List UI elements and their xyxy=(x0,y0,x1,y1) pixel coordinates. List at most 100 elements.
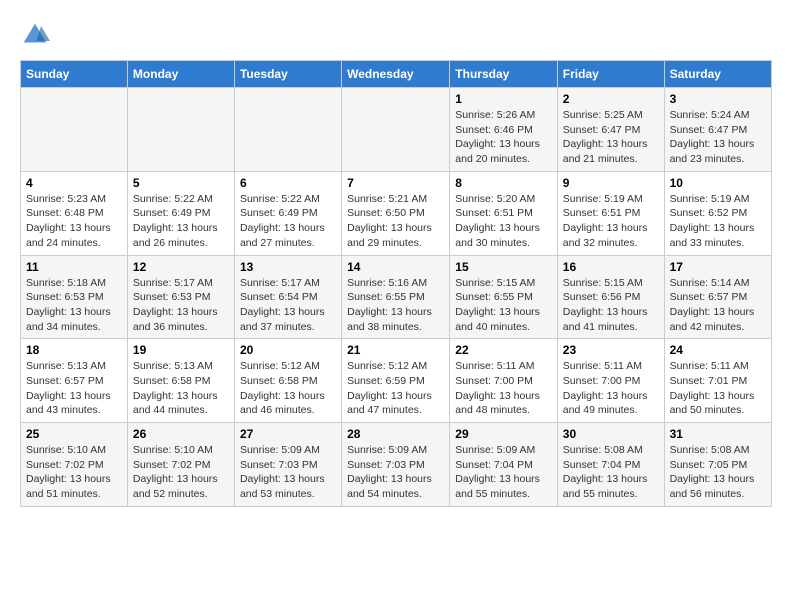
day-number: 24 xyxy=(670,343,766,357)
calendar-cell xyxy=(234,88,341,172)
calendar-cell: 11Sunrise: 5:18 AM Sunset: 6:53 PM Dayli… xyxy=(21,255,128,339)
day-header-wednesday: Wednesday xyxy=(342,61,450,88)
day-number: 15 xyxy=(455,260,552,274)
week-row-1: 1 Sunrise: 5:26 AM Sunset: 6:46 PM Daylig… xyxy=(21,88,772,172)
calendar-cell: 1 Sunrise: 5:26 AM Sunset: 6:46 PM Daylig… xyxy=(450,88,558,172)
calendar-cell: 23 Sunrise: 5:11 AM Sunset: 7:00 PM Dayli… xyxy=(557,339,664,423)
logo-icon xyxy=(20,20,50,50)
calendar-cell: 20 Sunrise: 5:12 AM Sunset: 6:58 PM Dayli… xyxy=(234,339,341,423)
calendar-cell: 5 Sunrise: 5:22 AM Sunset: 6:49 PM Daylig… xyxy=(127,171,234,255)
day-info: Sunrise: 5:10 AM Sunset: 7:02 PM Dayligh… xyxy=(133,444,218,500)
calendar-cell: 27 Sunrise: 5:09 AM Sunset: 7:03 PM Dayli… xyxy=(234,423,341,507)
day-number: 9 xyxy=(563,176,659,190)
day-number: 4 xyxy=(26,176,122,190)
day-header-saturday: Saturday xyxy=(664,61,771,88)
day-info: Sunrise: 5:13 AM Sunset: 6:57 PM Dayligh… xyxy=(26,360,111,416)
day-number: 5 xyxy=(133,176,229,190)
day-info: Sunrise: 5:12 AM Sunset: 6:58 PM Dayligh… xyxy=(240,360,325,416)
calendar-cell: 24 Sunrise: 5:11 AM Sunset: 7:01 PM Dayli… xyxy=(664,339,771,423)
day-info: Sunrise: 5:11 AM Sunset: 7:00 PM Dayligh… xyxy=(563,360,648,416)
day-info: Sunrise: 5:23 AM Sunset: 6:48 PM Dayligh… xyxy=(26,193,111,249)
day-info: Sunrise: 5:15 AM Sunset: 6:56 PM Dayligh… xyxy=(563,277,648,333)
day-number: 20 xyxy=(240,343,336,357)
day-info: Sunrise: 5:09 AM Sunset: 7:03 PM Dayligh… xyxy=(347,444,432,500)
day-info: Sunrise: 5:11 AM Sunset: 7:01 PM Dayligh… xyxy=(670,360,755,416)
day-info: Sunrise: 5:16 AM Sunset: 6:55 PM Dayligh… xyxy=(347,277,432,333)
calendar-cell: 21 Sunrise: 5:12 AM Sunset: 6:59 PM Dayli… xyxy=(342,339,450,423)
day-number: 11 xyxy=(26,260,122,274)
day-header-monday: Monday xyxy=(127,61,234,88)
logo xyxy=(20,20,54,50)
day-info: Sunrise: 5:22 AM Sunset: 6:49 PM Dayligh… xyxy=(133,193,218,249)
page-header xyxy=(20,20,772,50)
calendar-cell: 30 Sunrise: 5:08 AM Sunset: 7:04 PM Dayli… xyxy=(557,423,664,507)
day-number: 6 xyxy=(240,176,336,190)
day-number: 3 xyxy=(670,92,766,106)
calendar-cell: 28 Sunrise: 5:09 AM Sunset: 7:03 PM Dayli… xyxy=(342,423,450,507)
day-info: Sunrise: 5:09 AM Sunset: 7:03 PM Dayligh… xyxy=(240,444,325,500)
day-number: 28 xyxy=(347,427,444,441)
day-info: Sunrise: 5:08 AM Sunset: 7:04 PM Dayligh… xyxy=(563,444,648,500)
calendar-cell: 3 Sunrise: 5:24 AM Sunset: 6:47 PM Daylig… xyxy=(664,88,771,172)
calendar-cell: 16Sunrise: 5:15 AM Sunset: 6:56 PM Dayli… xyxy=(557,255,664,339)
calendar-cell: 10Sunrise: 5:19 AM Sunset: 6:52 PM Dayli… xyxy=(664,171,771,255)
calendar-cell: 4 Sunrise: 5:23 AM Sunset: 6:48 PM Daylig… xyxy=(21,171,128,255)
calendar-cell: 26 Sunrise: 5:10 AM Sunset: 7:02 PM Dayli… xyxy=(127,423,234,507)
day-number: 12 xyxy=(133,260,229,274)
day-number: 1 xyxy=(455,92,552,106)
day-number: 26 xyxy=(133,427,229,441)
day-info: Sunrise: 5:24 AM Sunset: 6:47 PM Dayligh… xyxy=(670,109,755,165)
calendar-cell: 9 Sunrise: 5:19 AM Sunset: 6:51 PM Daylig… xyxy=(557,171,664,255)
day-info: Sunrise: 5:15 AM Sunset: 6:55 PM Dayligh… xyxy=(455,277,540,333)
day-info: Sunrise: 5:14 AM Sunset: 6:57 PM Dayligh… xyxy=(670,277,755,333)
day-number: 22 xyxy=(455,343,552,357)
calendar-cell: 31Sunrise: 5:08 AM Sunset: 7:05 PM Dayli… xyxy=(664,423,771,507)
day-header-thursday: Thursday xyxy=(450,61,558,88)
day-number: 2 xyxy=(563,92,659,106)
day-number: 30 xyxy=(563,427,659,441)
week-row-3: 11Sunrise: 5:18 AM Sunset: 6:53 PM Dayli… xyxy=(21,255,772,339)
header-row: SundayMondayTuesdayWednesdayThursdayFrid… xyxy=(21,61,772,88)
calendar-cell: 22 Sunrise: 5:11 AM Sunset: 7:00 PM Dayli… xyxy=(450,339,558,423)
day-info: Sunrise: 5:25 AM Sunset: 6:47 PM Dayligh… xyxy=(563,109,648,165)
day-info: Sunrise: 5:11 AM Sunset: 7:00 PM Dayligh… xyxy=(455,360,540,416)
day-number: 21 xyxy=(347,343,444,357)
calendar-cell: 12 Sunrise: 5:17 AM Sunset: 6:53 PM Dayli… xyxy=(127,255,234,339)
day-number: 27 xyxy=(240,427,336,441)
day-number: 19 xyxy=(133,343,229,357)
calendar-table: SundayMondayTuesdayWednesdayThursdayFrid… xyxy=(20,60,772,507)
week-row-4: 18Sunrise: 5:13 AM Sunset: 6:57 PM Dayli… xyxy=(21,339,772,423)
day-number: 13 xyxy=(240,260,336,274)
day-number: 25 xyxy=(26,427,122,441)
day-info: Sunrise: 5:21 AM Sunset: 6:50 PM Dayligh… xyxy=(347,193,432,249)
calendar-cell: 17Sunrise: 5:14 AM Sunset: 6:57 PM Dayli… xyxy=(664,255,771,339)
day-number: 29 xyxy=(455,427,552,441)
calendar-cell xyxy=(342,88,450,172)
day-number: 23 xyxy=(563,343,659,357)
day-header-friday: Friday xyxy=(557,61,664,88)
calendar-cell: 7 Sunrise: 5:21 AM Sunset: 6:50 PM Daylig… xyxy=(342,171,450,255)
day-info: Sunrise: 5:17 AM Sunset: 6:54 PM Dayligh… xyxy=(240,277,325,333)
calendar-cell xyxy=(127,88,234,172)
calendar-cell: 25 Sunrise: 5:10 AM Sunset: 7:02 PM Dayli… xyxy=(21,423,128,507)
calendar-cell: 15 Sunrise: 5:15 AM Sunset: 6:55 PM Dayli… xyxy=(450,255,558,339)
day-info: Sunrise: 5:12 AM Sunset: 6:59 PM Dayligh… xyxy=(347,360,432,416)
day-number: 31 xyxy=(670,427,766,441)
day-info: Sunrise: 5:17 AM Sunset: 6:53 PM Dayligh… xyxy=(133,277,218,333)
day-info: Sunrise: 5:20 AM Sunset: 6:51 PM Dayligh… xyxy=(455,193,540,249)
calendar-cell: 8 Sunrise: 5:20 AM Sunset: 6:51 PM Daylig… xyxy=(450,171,558,255)
day-info: Sunrise: 5:10 AM Sunset: 7:02 PM Dayligh… xyxy=(26,444,111,500)
day-info: Sunrise: 5:13 AM Sunset: 6:58 PM Dayligh… xyxy=(133,360,218,416)
day-header-sunday: Sunday xyxy=(21,61,128,88)
day-number: 14 xyxy=(347,260,444,274)
calendar-cell: 2 Sunrise: 5:25 AM Sunset: 6:47 PM Daylig… xyxy=(557,88,664,172)
calendar-cell: 13 Sunrise: 5:17 AM Sunset: 6:54 PM Dayli… xyxy=(234,255,341,339)
day-info: Sunrise: 5:19 AM Sunset: 6:51 PM Dayligh… xyxy=(563,193,648,249)
day-number: 8 xyxy=(455,176,552,190)
day-number: 7 xyxy=(347,176,444,190)
day-info: Sunrise: 5:26 AM Sunset: 6:46 PM Dayligh… xyxy=(455,109,540,165)
calendar-cell: 6Sunrise: 5:22 AM Sunset: 6:49 PM Daylig… xyxy=(234,171,341,255)
calendar-cell: 14 Sunrise: 5:16 AM Sunset: 6:55 PM Dayli… xyxy=(342,255,450,339)
calendar-cell xyxy=(21,88,128,172)
calendar-cell: 18Sunrise: 5:13 AM Sunset: 6:57 PM Dayli… xyxy=(21,339,128,423)
